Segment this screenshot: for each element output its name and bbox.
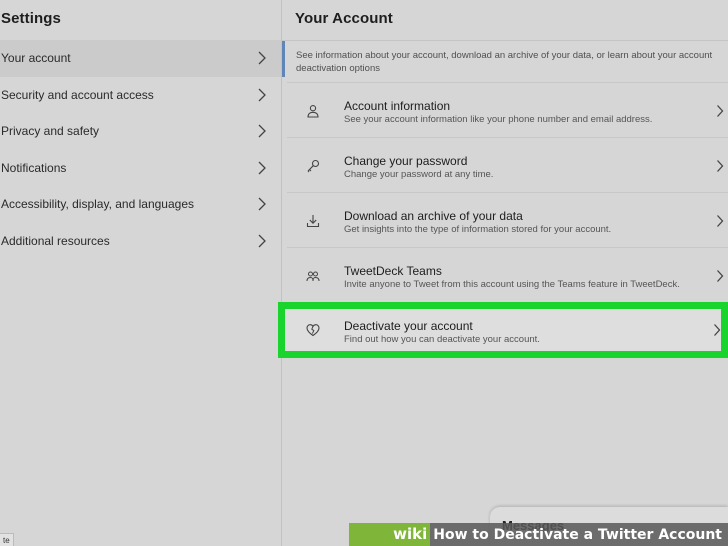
account-title: Your Account [295, 10, 393, 27]
chevron-right-icon [258, 234, 266, 248]
chevron-right-icon [258, 161, 266, 175]
option-title: Account information [344, 99, 451, 113]
option-title: Deactivate your account [344, 319, 473, 333]
tweetdeck-teams-item[interactable]: TweetDeck Teams Invite anyone to Tweet f… [287, 248, 728, 303]
option-description: See your account information like your p… [344, 114, 653, 125]
chevron-right-icon [717, 269, 724, 282]
watermark-title: How to Deactivate a Twitter Account [433, 526, 722, 543]
header-divider [282, 40, 728, 41]
person-icon [307, 104, 319, 118]
account-intro: See information about your account, down… [296, 50, 713, 74]
sidebar-item-label: Your account [1, 51, 71, 66]
chevron-right-icon [717, 214, 724, 227]
sidebar-item-label: Accessibility, display, and languages [1, 197, 194, 212]
sidebar-item-accessibility[interactable]: Accessibility, display, and languages [0, 186, 281, 223]
download-archive-item[interactable]: Download an archive of your data Get ins… [287, 193, 728, 248]
chevron-right-icon [258, 51, 266, 65]
option-title: Download an archive of your data [344, 209, 523, 223]
status-bar-text: te [0, 533, 14, 546]
deactivate-account-item[interactable]: Deactivate your account Find out how you… [278, 302, 728, 358]
option-title: TweetDeck Teams [344, 264, 442, 278]
chevron-right-icon [258, 88, 266, 102]
sidebar-item-label: Additional resources [1, 233, 110, 248]
chevron-right-icon [714, 324, 721, 336]
account-information-item[interactable]: Account information See your account inf… [287, 83, 728, 138]
option-title: Change your password [344, 154, 468, 168]
sidebar-item-security[interactable]: Security and account access [0, 77, 281, 114]
chevron-right-icon [717, 104, 724, 117]
change-password-item[interactable]: Change your password Change your passwor… [287, 138, 728, 193]
sidebar-item-privacy[interactable]: Privacy and safety [0, 113, 281, 150]
settings-title: Settings [1, 10, 61, 27]
active-indicator [282, 41, 285, 77]
settings-nav: Your account Security and account access… [0, 40, 281, 259]
chevron-right-icon [258, 197, 266, 211]
sidebar-item-label: Security and account access [1, 87, 154, 102]
settings-column: Settings Your account Security and accou… [0, 0, 281, 546]
option-description: Find out how you can deactivate your acc… [344, 334, 540, 345]
sidebar-item-notifications[interactable]: Notifications [0, 150, 281, 187]
chevron-right-icon [258, 124, 266, 138]
broken-heart-icon [306, 324, 320, 337]
watermark: wiki How to Deactivate a Twitter Account [349, 523, 728, 546]
sidebar-item-label: Privacy and safety [1, 124, 100, 139]
account-column: Your Account See information about your … [282, 0, 728, 546]
option-description: Invite anyone to Tweet from this account… [344, 279, 680, 290]
people-icon [306, 271, 320, 281]
sidebar-item-label: Notifications [1, 160, 67, 175]
option-description: Get insights into the type of informatio… [344, 224, 612, 235]
key-icon [307, 159, 320, 172]
option-description: Change your password at any time. [344, 169, 494, 180]
watermark-logo: wiki [349, 523, 431, 546]
sidebar-item-additional-resources[interactable]: Additional resources [0, 223, 281, 260]
sidebar-item-your-account[interactable]: Your account [0, 40, 281, 77]
download-icon [306, 214, 320, 227]
chevron-right-icon [717, 159, 724, 172]
